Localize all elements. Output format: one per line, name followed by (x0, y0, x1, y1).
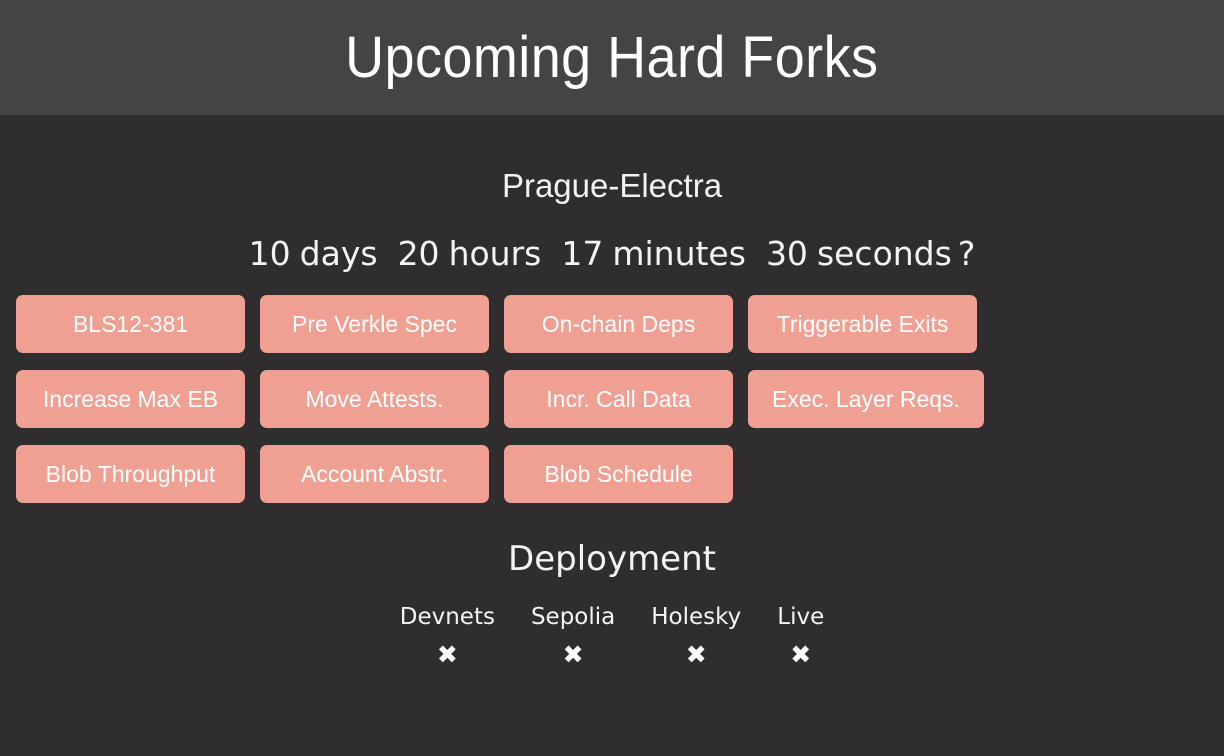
countdown-uncertain-marker: ? (957, 234, 976, 274)
cross-icon: ✖ (685, 640, 707, 670)
cross-icon: ✖ (562, 640, 584, 670)
eip-tag-button[interactable]: Increase Max EB (16, 370, 245, 429)
deployment-header-row: Devnets Sepolia Holesky Live (382, 603, 842, 632)
cross-icon: ✖ (436, 640, 458, 670)
deployment-status-row: ✖ ✖ ✖ ✖ (382, 632, 842, 667)
eip-tag-button[interactable]: On-chain Deps (504, 295, 733, 354)
countdown-minutes-value: 17 (561, 234, 604, 274)
fork-name: Prague-Electra (501, 167, 723, 204)
eip-tag-button[interactable]: Account Abstr. (260, 445, 489, 504)
countdown-seconds-value: 30 (765, 234, 808, 274)
eip-tag-button[interactable]: Exec. Layer Reqs. (748, 370, 984, 429)
page-header: Upcoming Hard Forks (0, 0, 1224, 115)
eip-tag-button[interactable]: Pre Verkle Spec (260, 295, 489, 354)
deployment-column-header: Devnets (399, 604, 495, 631)
eip-tag-button[interactable]: Triggerable Exits (748, 295, 977, 354)
deployment-column-header: Live (777, 604, 825, 631)
eip-tag-button[interactable]: Move Attests. (260, 370, 489, 429)
deployment-status-cell: ✖ (513, 632, 633, 667)
fork-card: Prague-Electra 10 days 20 hours 17 minutes 30 s… (0, 115, 1224, 756)
deployment-status-cell: ✖ (759, 632, 842, 667)
countdown-timer: 10 days 20 hours 17 minutes 30 seconds? (0, 237, 1224, 270)
countdown-seconds-label: seconds (816, 234, 952, 274)
countdown-days-label: days (299, 234, 378, 274)
deployment-table: Devnets Sepolia Holesky Live ✖ ✖ ✖ ✖ (382, 603, 842, 667)
deployment-status-cell: ✖ (382, 632, 513, 667)
eip-tag-list: BLS12-381 Pre Verkle Spec On-chain Deps Tri… (0, 295, 1224, 504)
countdown-hours-label: hours (448, 234, 542, 274)
deployment-title: Deployment (508, 539, 716, 580)
cross-icon: ✖ (790, 640, 812, 670)
eip-tag-button[interactable]: BLS12-381 (16, 295, 245, 354)
countdown-days-value: 10 (248, 234, 291, 274)
deployment-column-header: Sepolia (530, 604, 616, 631)
eip-tag-button[interactable]: Blob Throughput (16, 445, 245, 504)
eip-tag-button[interactable]: Incr. Call Data (504, 370, 733, 429)
page-title: Upcoming Hard Forks (345, 24, 879, 90)
deployment-column-header: Holesky (651, 604, 742, 631)
eip-tag-button[interactable]: Blob Schedule (504, 445, 733, 504)
countdown-hours-value: 20 (397, 234, 440, 274)
countdown-minutes-label: minutes (612, 234, 746, 274)
deployment-status-cell: ✖ (633, 632, 759, 667)
